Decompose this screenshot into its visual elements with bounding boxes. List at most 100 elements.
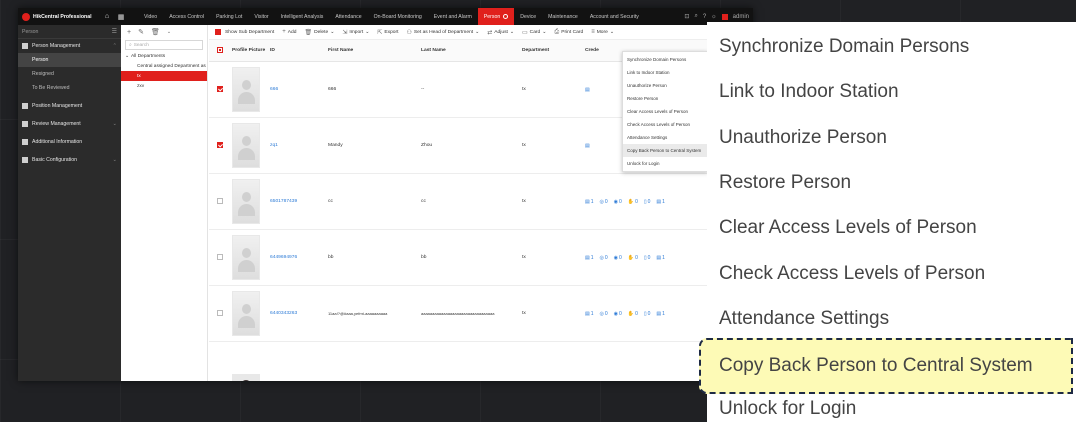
nav-attendance[interactable]: Attendance	[329, 8, 367, 25]
nav-parking-lot[interactable]: Parking Lot	[210, 8, 248, 25]
import-button[interactable]: ⇲ Import ⌄	[342, 29, 369, 36]
department: tx	[522, 255, 526, 260]
nav-visitor[interactable]: Visitor	[248, 8, 274, 25]
nav-maintenance[interactable]: Maintenance	[542, 8, 584, 25]
alarm-icon[interactable]	[721, 13, 728, 20]
person-id-link[interactable]: 6440343263	[268, 311, 328, 316]
tree-node-zxv[interactable]: zxv	[121, 81, 207, 91]
menu-item-attendance[interactable]: Attendance Settings	[623, 131, 707, 144]
delete-department-icon[interactable]: 🗑	[151, 28, 160, 36]
person-id-link[interactable]: 6449694976	[268, 255, 328, 260]
person-id-link[interactable]: 666	[268, 87, 328, 92]
col-last-name[interactable]: Last Name	[421, 48, 522, 53]
zoom-item-sync-domain[interactable]: Synchronize Domain Persons	[719, 36, 969, 58]
grid-menu-icon[interactable]: ▦	[114, 13, 128, 21]
zoom-item-attendance[interactable]: Attendance Settings	[719, 308, 889, 330]
nav-account-security[interactable]: Account and Security	[584, 8, 645, 25]
zoom-item-check-access[interactable]: Check Access Levels of Person	[719, 263, 985, 285]
zoom-item-unlock[interactable]: Unlock for Login	[719, 398, 856, 420]
row-checkbox[interactable]	[217, 141, 223, 148]
zoom-item-unauthorize[interactable]: Unauthorize Person	[719, 127, 887, 149]
person-id-link[interactable]: 6501787439	[268, 199, 328, 204]
profile-picture	[232, 67, 260, 112]
screenshot-icon[interactable]: ⊡	[684, 13, 689, 20]
col-department[interactable]: Department	[522, 48, 585, 53]
user-name[interactable]: admin	[733, 14, 749, 20]
plate-icon: ▤ 1	[656, 254, 665, 261]
table-row[interactable]: 6501787439 cc cc tx ▤ 1 ◎ 0 ◉ 0 ✋ 0 ▯ 0 ▤ 1	[209, 174, 753, 230]
menu-item-sync-domain[interactable]: Synchronize Domain Persons	[623, 53, 707, 66]
nav-event-and-alarm[interactable]: Event and Alarm	[428, 8, 478, 25]
menu-item-restore[interactable]: Restore Person	[623, 92, 707, 105]
menu-item-unlock[interactable]: Unlock for Login	[623, 157, 707, 170]
nav-access-control[interactable]: Access Control	[163, 8, 210, 25]
chevron-down-icon: ⌄	[509, 30, 514, 35]
sidebar-group-label: Review Management	[32, 121, 81, 127]
person-id-link[interactable]: zq1	[268, 143, 328, 148]
nav-person[interactable]: Person	[477, 8, 515, 25]
nav-device[interactable]: Device	[514, 8, 542, 25]
search-icon[interactable]: ⌕	[694, 13, 697, 20]
menu-item-check-access[interactable]: Check Access Levels of Person	[623, 118, 707, 131]
sidebar-group-additional-information[interactable]: Additional Information	[18, 135, 121, 149]
col-first-name[interactable]: First Name	[328, 48, 421, 53]
zoom-item-restore[interactable]: Restore Person	[719, 172, 851, 194]
position-icon	[22, 103, 28, 109]
profile-picture	[232, 235, 260, 280]
zoom-item-link-indoor[interactable]: Link to Indoor Station	[719, 81, 899, 103]
nav-intelligent-analysis[interactable]: Intelligent Analysis	[275, 8, 330, 25]
tree-node-root[interactable]: ⌄ All Departments	[121, 51, 207, 61]
add-department-icon[interactable]: +	[127, 29, 131, 36]
row-checkbox[interactable]	[217, 253, 223, 260]
sidebar-group-person-management[interactable]: Person Management ⌃	[18, 39, 121, 53]
zoomed-more-menu: Synchronize Domain Persons Link to Indoo…	[699, 22, 1076, 422]
tree-node-central[interactable]: Central assigned Department as	[121, 61, 207, 71]
select-all-checkbox[interactable]	[209, 46, 232, 55]
card-icon: ▤ 1	[585, 310, 594, 317]
profile-picture	[232, 179, 260, 224]
sidebar-item-resigned[interactable]: Resigned	[18, 67, 121, 81]
table-row[interactable]: 6449694976 bb bb tx ▤ 1 ◎ 0 ◉ 0 ✋ 0 ▯ 0 ▤ 1	[209, 230, 753, 286]
iris-icon: ▯ 0	[643, 254, 651, 261]
delete-button[interactable]: 🗑 Delete ⌄	[304, 29, 334, 36]
sidebar: Person ☰ Person Management ⌃ Person Resi…	[18, 25, 121, 381]
menu-item-link-indoor[interactable]: Link to Indoor Station	[623, 66, 707, 79]
adjust-icon: ⇄	[487, 29, 493, 36]
zoom-item-clear-access[interactable]: Clear Access Levels of Person	[719, 217, 977, 239]
sidebar-group-label: Basic Configuration	[32, 157, 77, 163]
add-button[interactable]: + Add	[282, 29, 296, 35]
home-icon[interactable]: ⌂	[100, 13, 114, 20]
sidebar-item-to-be-reviewed[interactable]: To Be Reviewed	[18, 81, 121, 95]
menu-item-clear-access[interactable]: Clear Access Levels of Person	[623, 105, 707, 118]
config-icon	[22, 157, 28, 163]
collapse-icon[interactable]: ☰	[112, 28, 117, 35]
print-card-button[interactable]: ⎙ Print Card	[554, 29, 583, 36]
row-checkbox[interactable]	[217, 85, 223, 92]
card-button[interactable]: ▭ Card ⌄	[522, 29, 546, 36]
department: tx	[522, 87, 526, 92]
show-sub-department-checkbox[interactable]: Show Sub Department	[215, 29, 274, 35]
tree-node-tx[interactable]: tx	[121, 71, 207, 81]
more-chevron-icon[interactable]: ⌄	[167, 29, 171, 35]
set-head-button[interactable]: ⚇ Set as Head of Department ⌄	[407, 29, 480, 36]
sidebar-group-basic-configuration[interactable]: Basic Configuration ⌄	[18, 153, 121, 167]
notification-icon[interactable]: ☼	[711, 14, 717, 20]
menu-item-copy-back[interactable]: Copy Back Person to Central System	[623, 144, 707, 157]
sidebar-group-position-management[interactable]: Position Management	[18, 99, 121, 113]
help-icon[interactable]: ?	[703, 14, 706, 20]
nav-on-board-monitoring[interactable]: On-Board Monitoring	[368, 8, 428, 25]
zoom-item-copy-back[interactable]: Copy Back Person to Central System	[699, 338, 1073, 394]
nav-video[interactable]: Video	[138, 8, 163, 25]
row-checkbox[interactable]	[217, 309, 223, 316]
table-row[interactable]: 6440343263 11aa!?@#aaa,yefmt-aaaaaaaaaa …	[209, 286, 753, 342]
export-button[interactable]: ⇱ Export	[377, 29, 398, 36]
adjust-button[interactable]: ⇄ Adjust ⌄	[487, 29, 514, 36]
sidebar-item-person[interactable]: Person	[18, 53, 121, 67]
menu-item-unauthorize[interactable]: Unauthorize Person	[623, 79, 707, 92]
edit-department-icon[interactable]: ✎	[138, 28, 144, 36]
tree-search-input[interactable]: ⌕ Search	[125, 40, 203, 50]
more-button[interactable]: ≡ More ⌄	[591, 29, 614, 35]
row-checkbox[interactable]	[217, 197, 223, 204]
sidebar-group-review-management[interactable]: Review Management ⌄	[18, 117, 121, 131]
col-id[interactable]: ID	[268, 48, 328, 53]
